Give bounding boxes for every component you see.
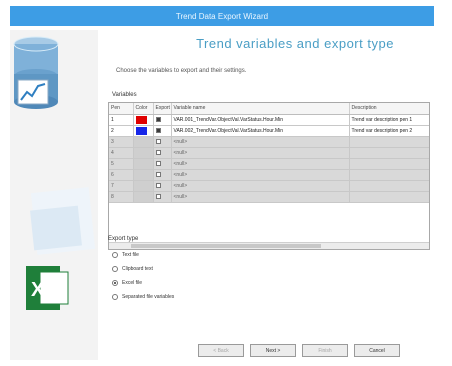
option-label: Excel file	[122, 280, 143, 286]
next-button[interactable]: Next >	[250, 344, 296, 357]
radio-button[interactable]	[112, 294, 118, 300]
export-option-excel[interactable]: Excel file	[112, 276, 174, 290]
variables-group-label: Variables	[112, 92, 137, 98]
export-checkbox[interactable]	[155, 149, 161, 155]
description-cell[interactable]	[349, 136, 429, 148]
export-option-separated[interactable]: Separated file variables	[112, 290, 174, 304]
variable-cell[interactable]: <null>	[171, 180, 350, 192]
back-button[interactable]: < Back	[198, 344, 244, 357]
window-titlebar[interactable]: Trend Data Export Wizard	[10, 6, 434, 26]
export-option-clipboard[interactable]: Clipboard text	[112, 262, 174, 276]
svg-text:X: X	[31, 279, 45, 301]
color-cell[interactable]	[133, 158, 154, 170]
pen-cell: 2	[109, 125, 134, 137]
table-row[interactable]: 7 <null>	[109, 180, 429, 192]
export-cell[interactable]	[153, 114, 172, 126]
export-type-options: Text file Clipboard text Excel file Sepa…	[112, 248, 174, 304]
export-checkbox[interactable]	[155, 127, 161, 133]
export-checkbox[interactable]	[155, 171, 161, 177]
export-checkbox[interactable]	[155, 193, 161, 199]
variable-cell[interactable]: VAR.001_TrendVar.ObjectVal.VarStatus.Hou…	[171, 114, 350, 126]
table-row[interactable]: 3 <null>	[109, 136, 429, 148]
option-label: Clipboard text	[122, 266, 153, 272]
variable-cell[interactable]: <null>	[171, 147, 350, 159]
pen-cell: 3	[109, 136, 134, 148]
export-wizard-window: Trend Data Export Wizard X Trend variabl…	[0, 0, 452, 366]
export-checkbox[interactable]	[155, 160, 161, 166]
table-row[interactable]: 8 <null>	[109, 191, 429, 203]
option-label: Text file	[122, 252, 139, 258]
color-cell[interactable]	[133, 114, 154, 126]
table-row[interactable]: 1 VAR.001_TrendVar.ObjectVal.VarStatus.Ho…	[109, 114, 429, 126]
export-cell[interactable]	[153, 136, 172, 148]
export-cell[interactable]	[153, 169, 172, 181]
pen-cell: 5	[109, 158, 134, 170]
description-cell[interactable]	[349, 169, 429, 181]
spreadsheet-page-icon	[30, 187, 96, 255]
table-row[interactable]: 6 <null>	[109, 169, 429, 181]
finish-button[interactable]: Finish	[302, 344, 348, 357]
instructions-text: Choose the variables to export and their…	[116, 68, 247, 74]
grid-header-row: Pen Color Export Variable name Descripti…	[109, 103, 429, 115]
excel-icon: X	[26, 266, 69, 310]
table-row[interactable]: 2 VAR.002_TrendVar.ObjectVal.VarStatus.Ho…	[109, 125, 429, 137]
wizard-sidebar: X	[10, 30, 98, 360]
export-cell[interactable]	[153, 191, 172, 203]
export-cell[interactable]	[153, 180, 172, 192]
description-cell[interactable]: Trend var description pen 2	[349, 125, 429, 137]
column-header-pen[interactable]: Pen	[109, 103, 134, 115]
variables-grid[interactable]: Pen Color Export Variable name Descripti…	[108, 102, 430, 250]
export-cell[interactable]	[153, 158, 172, 170]
export-checkbox[interactable]	[155, 182, 161, 188]
export-type-group-label: Export type	[108, 236, 139, 242]
description-cell[interactable]: Trend var description pen 1	[349, 114, 429, 126]
column-header-color[interactable]: Color	[133, 103, 154, 115]
color-cell[interactable]	[133, 136, 154, 148]
variable-cell[interactable]: <null>	[171, 158, 350, 170]
column-header-variable[interactable]: Variable name	[171, 103, 350, 115]
window-title: Trend Data Export Wizard	[175, 11, 269, 21]
color-cell[interactable]	[133, 191, 154, 203]
wizard-illustration: X	[13, 36, 96, 310]
export-checkbox[interactable]	[155, 138, 161, 144]
variable-cell[interactable]: <null>	[171, 136, 350, 148]
variable-cell[interactable]: <null>	[171, 191, 350, 203]
color-swatch[interactable]	[135, 126, 147, 135]
radio-button[interactable]	[112, 280, 118, 286]
color-cell[interactable]	[133, 125, 154, 137]
pen-cell: 4	[109, 147, 134, 159]
pen-cell: 1	[109, 114, 134, 126]
export-cell[interactable]	[153, 147, 172, 159]
description-cell[interactable]	[349, 158, 429, 170]
wizard-buttons: < Back Next > Finish Cancel	[198, 344, 406, 357]
radio-button[interactable]	[112, 252, 118, 258]
option-label: Separated file variables	[122, 294, 175, 300]
table-row[interactable]: 5 <null>	[109, 158, 429, 170]
description-cell[interactable]	[349, 147, 429, 159]
color-cell[interactable]	[133, 180, 154, 192]
export-checkbox[interactable]	[155, 116, 161, 122]
wizard-content: Trend variables and export type Choose t…	[98, 30, 440, 360]
color-swatch[interactable]	[135, 115, 147, 124]
trend-chart-icon	[17, 79, 49, 105]
pen-cell: 8	[109, 191, 134, 203]
export-cell[interactable]	[153, 125, 172, 137]
color-cell[interactable]	[133, 169, 154, 181]
description-cell[interactable]	[349, 180, 429, 192]
pen-cell: 7	[109, 180, 134, 192]
color-cell[interactable]	[133, 147, 154, 159]
column-header-export[interactable]: Export	[153, 103, 172, 115]
table-row[interactable]: 4 <null>	[109, 147, 429, 159]
pen-cell: 6	[109, 169, 134, 181]
radio-button[interactable]	[112, 266, 118, 272]
cancel-button[interactable]: Cancel	[354, 344, 400, 357]
description-cell[interactable]	[349, 191, 429, 203]
page-heading: Trend variables and export type	[196, 36, 394, 51]
column-header-description[interactable]: Description	[349, 103, 429, 115]
variable-cell[interactable]: VAR.002_TrendVar.ObjectVal.VarStatus.Hou…	[171, 125, 350, 137]
variable-cell[interactable]: <null>	[171, 169, 350, 181]
export-option-text-file[interactable]: Text file	[112, 248, 174, 262]
